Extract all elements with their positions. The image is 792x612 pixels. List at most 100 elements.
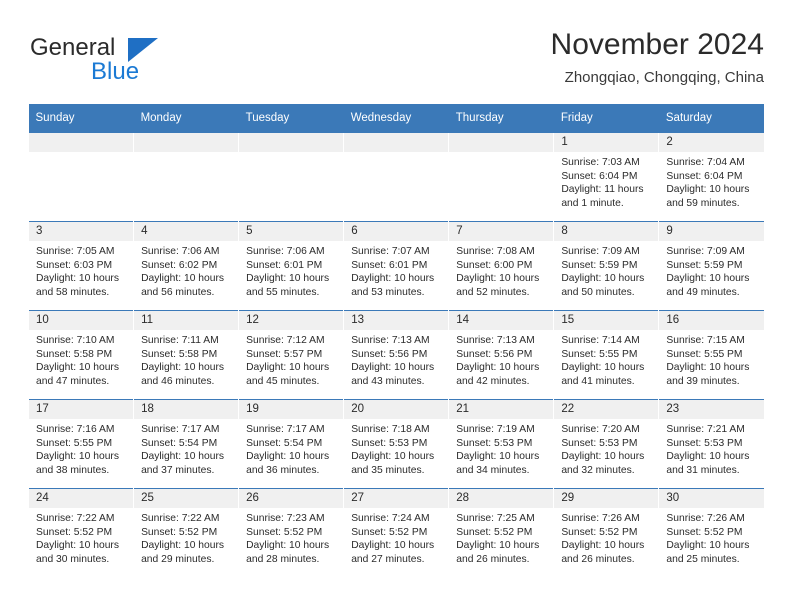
- day-number: 11: [134, 311, 239, 330]
- daylight-duration-line2: and 59 minutes.: [666, 197, 740, 209]
- sunrise-time: Sunrise: 7:13 AM: [456, 335, 535, 346]
- sunrise-time: Sunrise: 7:18 AM: [351, 424, 430, 435]
- calendar-day-cell[interactable]: 5 Sunrise: 7:06 AM Sunset: 6:01 PM Daylight…: [238, 221, 344, 311]
- sunrise-time: Sunrise: 7:23 AM: [246, 513, 325, 524]
- calendar-day-cell[interactable]: 15 Sunrise: 7:14 AM Sunset: 5:55 PM Dayligh…: [553, 310, 659, 400]
- calendar-day-cell[interactable]: 2 Sunrise: 7:04 AM Sunset: 6:04 PM Daylight…: [658, 132, 764, 222]
- calendar-day-cell[interactable]: 20 Sunrise: 7:18 AM Sunset: 5:53 PM Dayligh…: [343, 399, 449, 489]
- sunset-time: Sunset: 5:52 PM: [561, 526, 638, 538]
- sunrise-time: Sunrise: 7:08 AM: [456, 246, 535, 257]
- calendar-day-cell[interactable]: 7 Sunrise: 7:08 AM Sunset: 6:00 PM Daylight…: [448, 221, 554, 311]
- daylight-duration-line2: and 55 minutes.: [246, 286, 320, 298]
- daylight-duration-line1: Daylight: 11 hours: [561, 184, 644, 196]
- day-sun-info: Sunrise: 7:18 AM Sunset: 5:53 PM Daylight:…: [344, 419, 448, 477]
- daylight-duration-line1: Daylight: 10 hours: [351, 451, 435, 463]
- day-number: 19: [239, 400, 344, 419]
- calendar-day-cell-empty: [27, 132, 134, 222]
- day-sun-info: Sunrise: 7:04 AM Sunset: 6:04 PM Daylight:…: [659, 152, 764, 210]
- day-box: 12 Sunrise: 7:12 AM Sunset: 5:57 PM Dayligh…: [239, 311, 344, 399]
- day-box: 24 Sunrise: 7:22 AM Sunset: 5:52 PM Dayligh…: [29, 489, 134, 577]
- sunset-time: Sunset: 5:52 PM: [246, 526, 323, 538]
- calendar-day-cell[interactable]: 6 Sunrise: 7:07 AM Sunset: 6:01 PM Daylight…: [343, 221, 449, 311]
- day-sun-info: Sunrise: 7:09 AM Sunset: 5:59 PM Daylight:…: [659, 241, 764, 299]
- daylight-duration-line1: Daylight: 10 hours: [561, 273, 645, 285]
- calendar-day-cell[interactable]: 3 Sunrise: 7:05 AM Sunset: 6:03 PM Daylight…: [27, 221, 134, 311]
- sunset-time: Sunset: 5:58 PM: [141, 348, 218, 360]
- calendar-day-cell[interactable]: 18 Sunrise: 7:17 AM Sunset: 5:54 PM Dayligh…: [133, 399, 239, 489]
- day-sun-info: Sunrise: 7:23 AM Sunset: 5:52 PM Daylight:…: [239, 508, 343, 566]
- calendar-day-cell[interactable]: 8 Sunrise: 7:09 AM Sunset: 5:59 PM Daylight…: [553, 221, 659, 311]
- page-header: General Blue November 2024 Zhongqiao, Ch…: [28, 26, 764, 98]
- calendar-day-cell[interactable]: 25 Sunrise: 7:22 AM Sunset: 5:52 PM Dayligh…: [133, 488, 239, 577]
- daylight-duration-line2: and 26 minutes.: [561, 553, 635, 565]
- daylight-duration-line2: and 56 minutes.: [141, 286, 215, 298]
- day-sun-info: Sunrise: 7:06 AM Sunset: 6:02 PM Daylight:…: [134, 241, 238, 299]
- daylight-duration-line1: Daylight: 10 hours: [246, 451, 330, 463]
- day-number: 21: [449, 400, 554, 419]
- sunrise-time: Sunrise: 7:06 AM: [141, 246, 220, 257]
- calendar-week-row: 17 Sunrise: 7:16 AM Sunset: 5:55 PM Dayligh…: [27, 399, 764, 489]
- calendar-day-cell[interactable]: 21 Sunrise: 7:19 AM Sunset: 5:53 PM Dayligh…: [448, 399, 554, 489]
- daylight-duration-line1: Daylight: 10 hours: [561, 540, 645, 552]
- daylight-duration-line1: Daylight: 10 hours: [141, 540, 225, 552]
- calendar-day-cell[interactable]: 22 Sunrise: 7:20 AM Sunset: 5:53 PM Dayligh…: [553, 399, 659, 489]
- calendar-body: 1 Sunrise: 7:03 AM Sunset: 6:04 PM Daylight…: [27, 132, 764, 577]
- calendar-day-cell[interactable]: 13 Sunrise: 7:13 AM Sunset: 5:56 PM Dayligh…: [343, 310, 449, 400]
- sunset-time: Sunset: 5:53 PM: [666, 437, 743, 449]
- day-sun-info: Sunrise: 7:11 AM Sunset: 5:58 PM Daylight:…: [134, 330, 238, 388]
- calendar-day-cell[interactable]: 19 Sunrise: 7:17 AM Sunset: 5:54 PM Dayligh…: [238, 399, 344, 489]
- sunrise-time: Sunrise: 7:26 AM: [561, 513, 640, 524]
- daylight-duration-line1: Daylight: 10 hours: [456, 362, 540, 374]
- calendar-day-cell[interactable]: 27 Sunrise: 7:24 AM Sunset: 5:52 PM Dayligh…: [343, 488, 449, 577]
- day-number: 15: [554, 311, 659, 330]
- calendar-day-cell[interactable]: 23 Sunrise: 7:21 AM Sunset: 5:53 PM Dayligh…: [658, 399, 764, 489]
- day-number: 12: [239, 311, 344, 330]
- daylight-duration-line1: Daylight: 10 hours: [666, 273, 750, 285]
- calendar-day-cell[interactable]: 9 Sunrise: 7:09 AM Sunset: 5:59 PM Daylight…: [658, 221, 764, 311]
- day-number: [449, 133, 554, 152]
- day-box: 29 Sunrise: 7:26 AM Sunset: 5:52 PM Dayligh…: [554, 489, 659, 577]
- calendar-day-cell[interactable]: 10 Sunrise: 7:10 AM Sunset: 5:58 PM Dayligh…: [27, 310, 134, 400]
- daylight-duration-line1: Daylight: 10 hours: [141, 273, 225, 285]
- weekday-header-friday: Friday: [553, 104, 659, 133]
- calendar-day-cell[interactable]: 30 Sunrise: 7:26 AM Sunset: 5:52 PM Dayligh…: [658, 488, 764, 577]
- sunrise-time: Sunrise: 7:03 AM: [561, 157, 640, 168]
- day-sun-info: Sunrise: 7:26 AM Sunset: 5:52 PM Daylight:…: [659, 508, 764, 566]
- weekday-header-row: Sunday Monday Tuesday Wednesday Thursday…: [28, 104, 764, 133]
- day-number: 23: [659, 400, 764, 419]
- sunset-time: Sunset: 5:53 PM: [456, 437, 533, 449]
- day-number: 24: [29, 489, 134, 508]
- sunrise-time: Sunrise: 7:19 AM: [456, 424, 535, 435]
- day-box: 15 Sunrise: 7:14 AM Sunset: 5:55 PM Dayligh…: [554, 311, 659, 399]
- sunset-time: Sunset: 5:52 PM: [351, 526, 428, 538]
- calendar-week-row: 3 Sunrise: 7:05 AM Sunset: 6:03 PM Daylight…: [27, 221, 764, 311]
- day-number: 18: [134, 400, 239, 419]
- calendar-day-cell[interactable]: 16 Sunrise: 7:15 AM Sunset: 5:55 PM Dayligh…: [658, 310, 764, 400]
- sunrise-time: Sunrise: 7:12 AM: [246, 335, 325, 346]
- calendar-day-cell[interactable]: 29 Sunrise: 7:26 AM Sunset: 5:52 PM Dayligh…: [553, 488, 659, 577]
- day-sun-info: Sunrise: 7:05 AM Sunset: 6:03 PM Daylight:…: [29, 241, 133, 299]
- calendar-day-cell[interactable]: 1 Sunrise: 7:03 AM Sunset: 6:04 PM Daylight…: [553, 132, 659, 222]
- sunset-time: Sunset: 5:56 PM: [456, 348, 533, 360]
- daylight-duration-line2: and 26 minutes.: [456, 553, 530, 565]
- daylight-duration-line1: Daylight: 10 hours: [36, 273, 119, 285]
- sunset-time: Sunset: 6:01 PM: [246, 259, 323, 271]
- day-sun-info: Sunrise: 7:26 AM Sunset: 5:52 PM Daylight:…: [554, 508, 658, 566]
- day-number: [239, 133, 344, 152]
- calendar-day-cell[interactable]: 17 Sunrise: 7:16 AM Sunset: 5:55 PM Dayligh…: [27, 399, 134, 489]
- calendar-day-cell[interactable]: 26 Sunrise: 7:23 AM Sunset: 5:52 PM Dayligh…: [238, 488, 344, 577]
- calendar-day-cell[interactable]: 14 Sunrise: 7:13 AM Sunset: 5:56 PM Dayligh…: [448, 310, 554, 400]
- day-sun-info: Sunrise: 7:06 AM Sunset: 6:01 PM Daylight:…: [239, 241, 343, 299]
- day-box: 7 Sunrise: 7:08 AM Sunset: 6:00 PM Daylight…: [449, 222, 554, 310]
- calendar-day-cell[interactable]: 4 Sunrise: 7:06 AM Sunset: 6:02 PM Daylight…: [133, 221, 239, 311]
- day-number: 27: [344, 489, 449, 508]
- day-number: 14: [449, 311, 554, 330]
- calendar-day-cell[interactable]: 11 Sunrise: 7:11 AM Sunset: 5:58 PM Dayligh…: [133, 310, 239, 400]
- calendar-day-cell[interactable]: 28 Sunrise: 7:25 AM Sunset: 5:52 PM Dayligh…: [448, 488, 554, 577]
- daylight-duration-line2: and 27 minutes.: [351, 553, 425, 565]
- sunset-time: Sunset: 6:02 PM: [141, 259, 218, 271]
- calendar-day-cell[interactable]: 12 Sunrise: 7:12 AM Sunset: 5:57 PM Dayligh…: [238, 310, 344, 400]
- calendar-day-cell[interactable]: 24 Sunrise: 7:22 AM Sunset: 5:52 PM Dayligh…: [27, 488, 134, 577]
- daylight-duration-line1: Daylight: 10 hours: [36, 362, 119, 374]
- weekday-header-tuesday: Tuesday: [238, 104, 344, 133]
